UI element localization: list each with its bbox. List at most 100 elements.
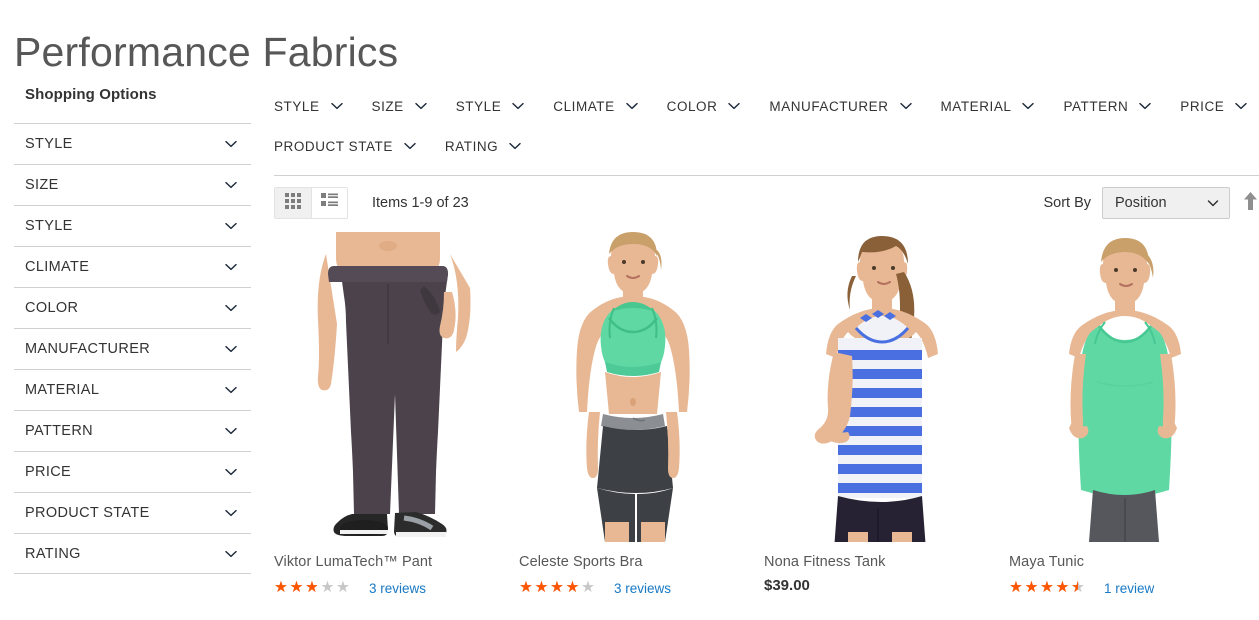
shopping-options-sidebar: Shopping Options STYLE SIZE STYLE CLIMATE CO… — [14, 86, 251, 574]
filter-bar-label: MATERIAL — [940, 98, 1012, 114]
chevron-down-icon — [899, 99, 913, 113]
product-item: Celeste Sports Bra ★★★★★★★★★★ 3 reviews — [519, 232, 764, 596]
sidebar-heading: Shopping Options — [25, 86, 157, 103]
list-view-icon — [321, 192, 338, 214]
filter-bar-label: STYLE — [455, 98, 502, 114]
products-toolbar: Items 1-9 of 23 Sort By Position — [274, 176, 1259, 230]
filter-bar-price[interactable]: PRICE — [1180, 99, 1248, 114]
filter-bar-product-state[interactable]: PRODUCT STATE — [274, 139, 417, 154]
chevron-down-icon — [224, 219, 238, 233]
rating-stars-filled: ★★★★★ — [519, 580, 580, 596]
sort-by-value: Position — [1115, 195, 1167, 211]
chevron-down-icon — [1021, 99, 1035, 113]
filter-bar-climate[interactable]: CLIMATE — [553, 99, 638, 114]
filter-bar-manufacturer[interactable]: MANUFACTURER — [769, 99, 912, 114]
sidebar-filter-label: RATING — [25, 545, 81, 562]
chevron-down-icon — [1206, 196, 1220, 210]
filter-bar-label: COLOR — [666, 98, 718, 114]
rating-stars-filled: ★★★★★ — [274, 580, 317, 596]
filter-bar-rating[interactable]: RATING — [445, 139, 522, 154]
product-name-link[interactable]: Celeste Sports Bra — [519, 553, 764, 571]
chevron-down-icon — [1138, 99, 1152, 113]
product-rating-row: ★★★★★★★★★★ 3 reviews — [519, 580, 764, 596]
sidebar-filter-product-state[interactable]: PRODUCT STATE — [14, 492, 251, 533]
chevron-down-icon — [224, 301, 238, 315]
chevron-down-icon — [414, 99, 428, 113]
filter-bar-label: STYLE — [274, 98, 320, 114]
chevron-down-icon — [224, 465, 238, 479]
reviews-link[interactable]: 1 review — [1104, 581, 1154, 596]
chevron-down-icon — [1234, 99, 1248, 113]
chevron-down-icon — [224, 137, 238, 151]
sidebar-filter-style[interactable]: STYLE — [14, 205, 251, 246]
sidebar-filter-label: SIZE — [25, 177, 59, 193]
sidebar-filter-label: STYLE — [25, 218, 73, 234]
items-count-label: Items 1-9 of 23 — [372, 195, 469, 211]
chevron-down-icon — [625, 99, 639, 113]
reviews-link[interactable]: 3 reviews — [369, 581, 426, 596]
rating-stars[interactable]: ★★★★★★★★★★ — [1009, 580, 1095, 596]
filter-bar-label: SIZE — [371, 98, 404, 114]
product-name-link[interactable]: Maya Tunic — [1009, 553, 1254, 571]
product-price: $39.00 — [764, 577, 810, 594]
sidebar-filter-label: STYLE — [25, 136, 73, 152]
products-grid: Viktor LumaTech™ Pant★★★★★★★★★★3 reviews… — [274, 232, 1259, 596]
product-image[interactable] — [519, 232, 747, 542]
filter-bar-material[interactable]: MATERIAL — [941, 99, 1036, 114]
filter-bar-style[interactable]: STYLE — [456, 99, 526, 114]
chevron-down-icon — [224, 260, 238, 274]
product-name-link[interactable]: Viktor LumaTech™ Pant — [274, 553, 519, 571]
sidebar-filter-pattern[interactable]: PATTERN — [14, 410, 251, 451]
filter-bar-color[interactable]: COLOR — [667, 99, 742, 114]
sidebar-filter-list: STYLE SIZE STYLE CLIMATE COLOR MANUFACTURER MA… — [14, 123, 251, 574]
grid-view-icon — [285, 192, 301, 214]
chevron-down-icon — [224, 342, 238, 356]
chevron-down-icon — [224, 424, 238, 438]
sidebar-filter-manufacturer[interactable]: MANUFACTURER — [14, 328, 251, 369]
sidebar-filter-style[interactable]: STYLE — [14, 123, 251, 164]
sidebar-filter-climate[interactable]: CLIMATE — [14, 246, 251, 287]
filter-bar-row-1: STYLE SIZE STYLE CLIMATE COLOR MANUFACTURER MA… — [274, 86, 1259, 126]
sidebar-filter-label: MATERIAL — [25, 382, 100, 398]
product-listing-page: Performance Fabrics Shopping Options STY… — [0, 0, 1259, 620]
filter-bar-pattern[interactable]: PATTERN — [1063, 99, 1152, 114]
sidebar-filter-material[interactable]: MATERIAL — [14, 369, 251, 410]
horizontal-filter-bar: STYLE SIZE STYLE CLIMATE COLOR MANUFACTURER MA… — [274, 86, 1259, 176]
sidebar-filter-label: CLIMATE — [25, 259, 90, 275]
chevron-down-icon — [224, 506, 238, 520]
chevron-down-icon — [224, 178, 238, 192]
sidebar-filter-label: COLOR — [25, 300, 79, 316]
filter-bar-label: MANUFACTURER — [769, 98, 889, 114]
rating-stars[interactable]: ★★★★★★★★★★ — [274, 580, 360, 596]
sidebar-filter-label: PRICE — [25, 464, 72, 480]
sidebar-filter-label: PATTERN — [25, 423, 93, 439]
filter-bar-style[interactable]: STYLE — [274, 99, 344, 114]
filter-bar-size[interactable]: SIZE — [372, 99, 428, 114]
list-view-button[interactable] — [311, 188, 347, 218]
sort-by-select[interactable]: Position — [1102, 187, 1230, 219]
product-rating-row: ★★★★★★★★★★ 3 reviews — [274, 580, 519, 596]
sidebar-filter-color[interactable]: COLOR — [14, 287, 251, 328]
sort-direction-button[interactable] — [1243, 191, 1259, 216]
sidebar-filter-rating[interactable]: RATING — [14, 533, 251, 574]
chevron-down-icon — [330, 99, 344, 113]
filter-bar-label: CLIMATE — [553, 98, 615, 114]
sidebar-filter-price[interactable]: PRICE — [14, 451, 251, 492]
sort-by-label: Sort By — [1043, 195, 1091, 211]
arrow-up-icon — [1243, 191, 1258, 216]
reviews-link[interactable]: 3 reviews — [614, 581, 671, 596]
filter-bar-label: RATING — [444, 138, 499, 154]
product-image[interactable] — [764, 232, 992, 542]
rating-stars-filled: ★★★★★ — [1009, 580, 1078, 596]
chevron-down-icon — [403, 139, 417, 153]
sidebar-filter-size[interactable]: SIZE — [14, 164, 251, 205]
grid-view-button[interactable] — [275, 188, 311, 218]
product-image[interactable] — [274, 232, 502, 542]
rating-stars[interactable]: ★★★★★★★★★★ — [519, 580, 605, 596]
product-item: Maya Tunic ★★★★★★★★★★ 1 review — [1009, 232, 1254, 596]
filter-bar-row-2: PRODUCT STATE RATING — [274, 126, 1259, 166]
page-title: Performance Fabrics — [14, 29, 399, 76]
product-name-link[interactable]: Nona Fitness Tank — [764, 553, 1009, 571]
sort-controls: Sort By Position — [1043, 187, 1259, 219]
product-image[interactable] — [1009, 232, 1237, 542]
